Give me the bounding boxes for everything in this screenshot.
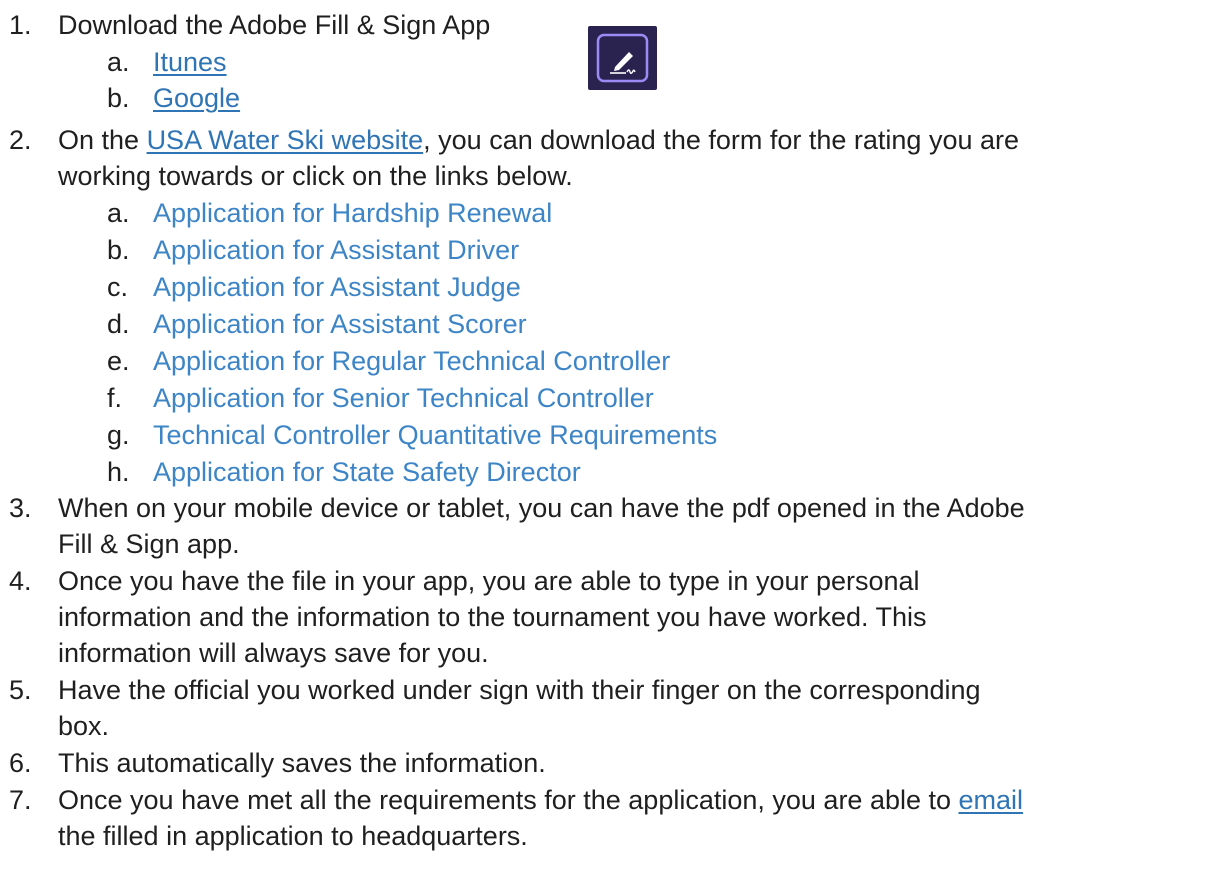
step-2-text-before: On the: [58, 125, 147, 155]
step-2-number: 2.: [9, 125, 32, 155]
step-2g-letter: g.: [107, 420, 130, 450]
senior-technical-controller-link[interactable]: Application for Senior Technical Control…: [153, 382, 654, 415]
step-2-line-2: working towards or click on the links be…: [58, 161, 573, 191]
step-5-line-1: Have the official you worked under sign …: [58, 675, 981, 705]
step-1-number: 1.: [9, 10, 32, 40]
step-6-number: 6.: [9, 748, 32, 778]
regular-technical-controller-link[interactable]: Application for Regular Technical Contro…: [153, 345, 670, 378]
step-5-number: 5.: [9, 675, 32, 705]
google-link[interactable]: Google: [153, 82, 240, 115]
instructions-document: 1. Download the Adobe Fill & Sign App a.…: [0, 0, 1215, 877]
step-2b-letter: b.: [107, 235, 130, 265]
step-3-number: 3.: [9, 493, 32, 523]
step-6-line-1: This automatically saves the information…: [58, 748, 546, 778]
step-4-line-1: Once you have the file in your app, you …: [58, 566, 920, 596]
step-7-text-before: Once you have met all the requirements f…: [58, 785, 959, 815]
step-2d-letter: d.: [107, 309, 130, 339]
step-2c-letter: c.: [107, 272, 129, 302]
adobe-fill-sign-app-icon: [588, 26, 657, 90]
step-1-text: Download the Adobe Fill & Sign App: [58, 10, 491, 40]
step-2a-letter: a.: [107, 198, 130, 228]
email-link[interactable]: email: [959, 785, 1024, 815]
quantitative-requirements-link[interactable]: Technical Controller Quantitative Requir…: [153, 419, 717, 452]
step-2-text-after: , you can download the form for the rati…: [423, 125, 1020, 155]
step-1a-letter: a.: [107, 47, 130, 77]
usa-water-ski-website-link[interactable]: USA Water Ski website: [147, 125, 424, 155]
assistant-driver-link[interactable]: Application for Assistant Driver: [153, 234, 519, 267]
step-3-line-1: When on your mobile device or tablet, yo…: [58, 493, 1025, 523]
step-7-line-1: Once you have met all the requirements f…: [58, 784, 1023, 817]
step-2-line-1: On the USA Water Ski website, you can do…: [58, 124, 1019, 157]
step-5-line-2: box.: [58, 711, 110, 741]
assistant-scorer-link[interactable]: Application for Assistant Scorer: [153, 308, 527, 341]
step-3-line-2: Fill & Sign app.: [58, 529, 240, 559]
step-4-line-3: information will always save for you.: [58, 638, 489, 668]
hardship-renewal-link[interactable]: Application for Hardship Renewal: [153, 197, 552, 230]
step-7-line-2: the filled in application to headquarter…: [58, 821, 528, 851]
step-7-number: 7.: [9, 785, 32, 815]
step-2e-letter: e.: [107, 346, 130, 376]
itunes-link-label[interactable]: Itunes: [153, 46, 227, 79]
step-2h-letter: h.: [107, 457, 130, 487]
step-2f-letter: f.: [107, 383, 123, 413]
step-4-number: 4.: [9, 566, 32, 596]
step-1b-letter: b.: [107, 83, 130, 113]
assistant-judge-link[interactable]: Application for Assistant Judge: [153, 271, 521, 304]
step-4-line-2: information and the information to the t…: [58, 602, 927, 632]
state-safety-director-link[interactable]: Application for State Safety Director: [153, 456, 581, 489]
